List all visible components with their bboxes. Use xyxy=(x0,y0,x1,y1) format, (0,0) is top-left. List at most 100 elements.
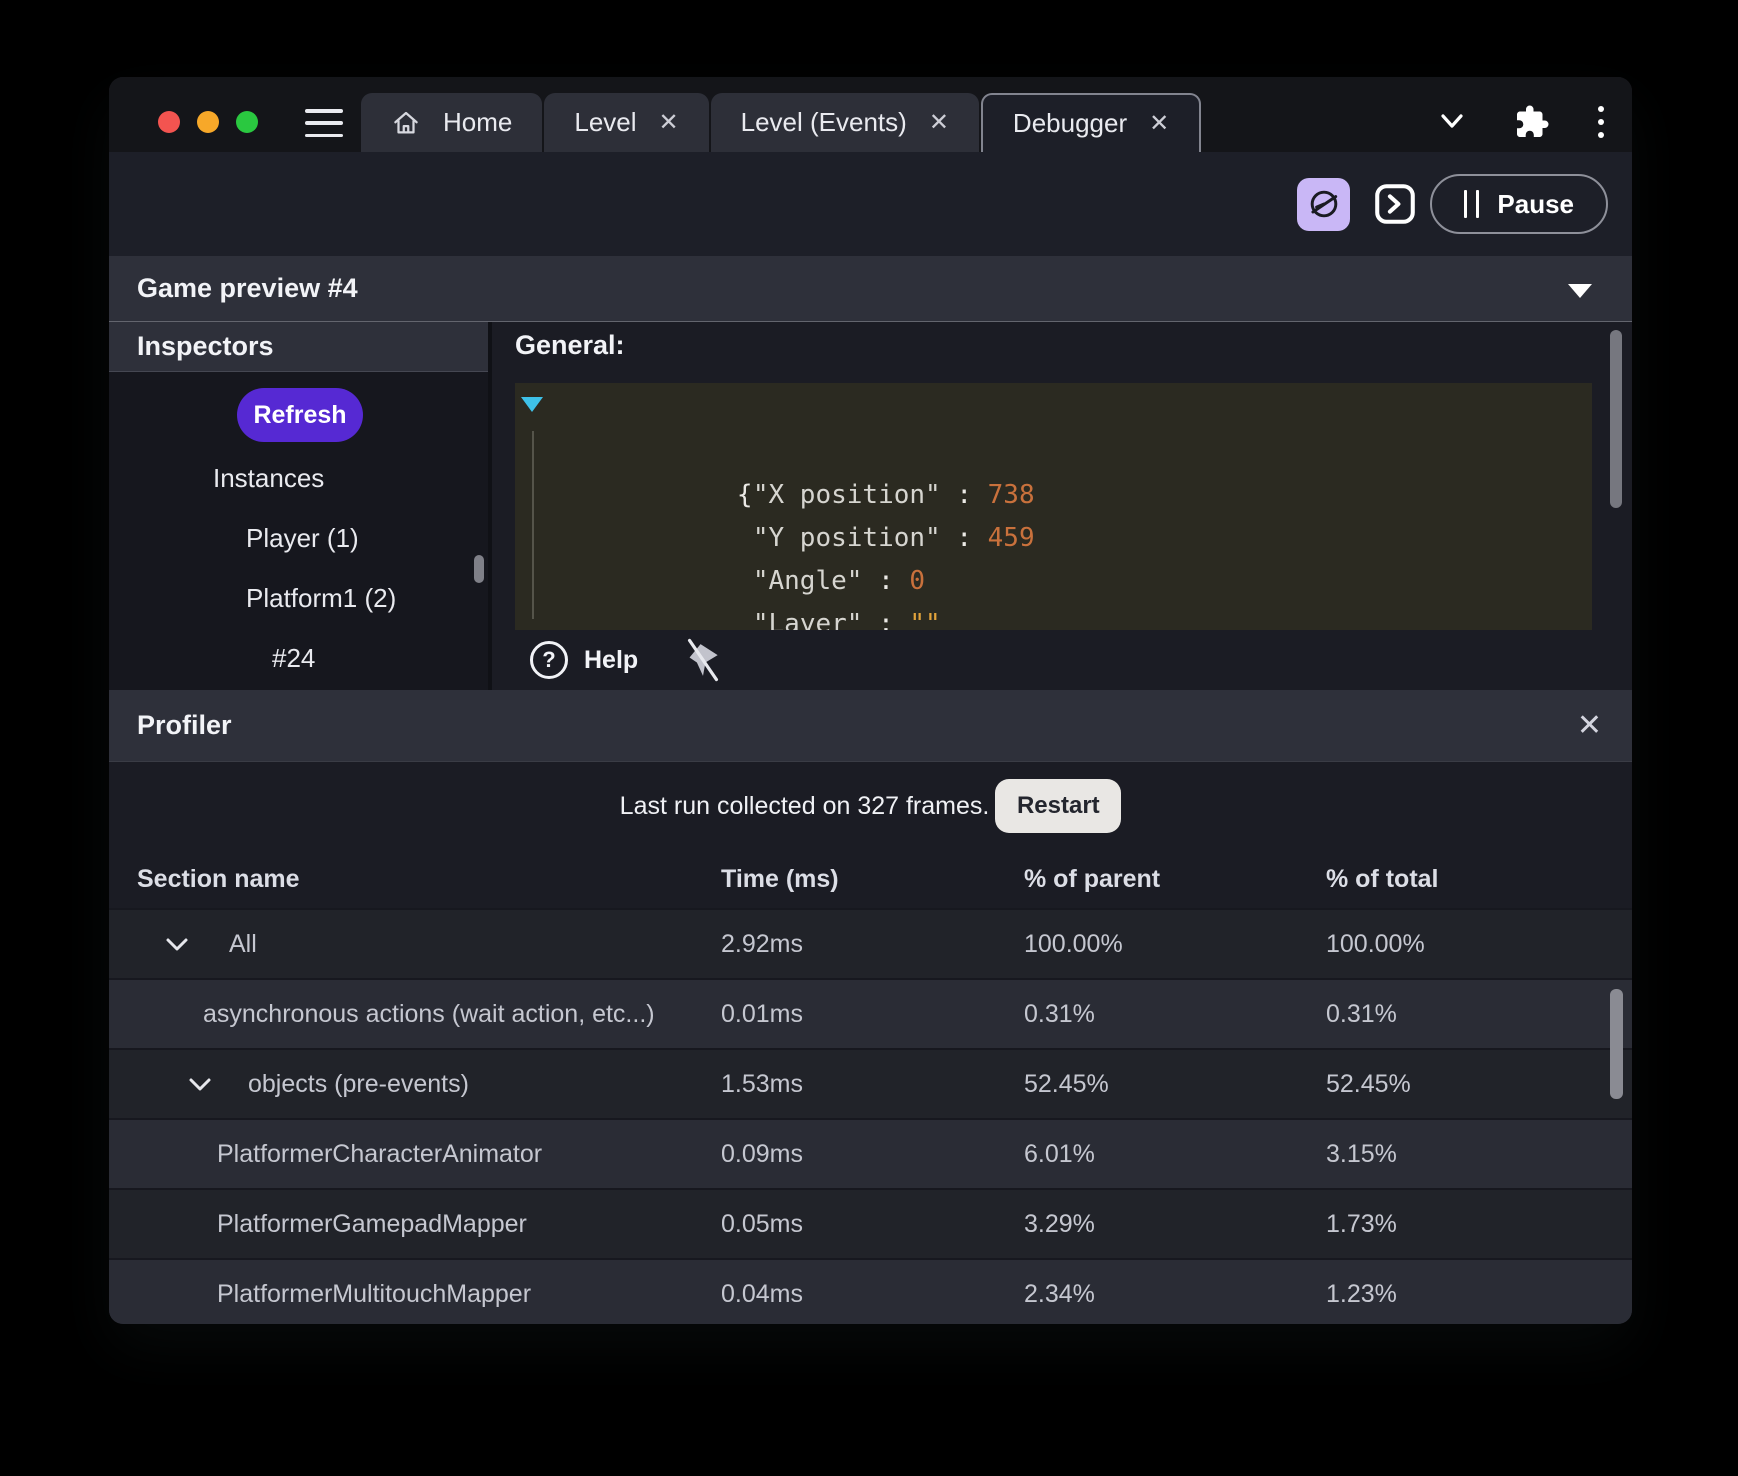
json-value: 459 xyxy=(987,523,1035,553)
tab-bar: Home Level ✕ Level (Events) ✕ Debugger ✕ xyxy=(109,77,1632,152)
debugger-toolbar: Pause xyxy=(109,152,1632,256)
time-value: 1.53ms xyxy=(721,1069,803,1098)
json-separator: : xyxy=(862,609,910,630)
minimize-window-button[interactable] xyxy=(197,111,219,133)
tab-label: Debugger xyxy=(1012,108,1128,138)
main-menu-button[interactable] xyxy=(305,109,343,137)
row-chevron-icon[interactable] xyxy=(188,1077,212,1092)
percent-of-total-value: 0.31% xyxy=(1326,999,1397,1028)
profiler-toggle-button[interactable] xyxy=(1297,177,1351,231)
console-prompt-icon xyxy=(1375,184,1416,224)
unpin-icon[interactable] xyxy=(684,638,722,682)
percent-of-parent-value: 3.29% xyxy=(1024,1209,1095,1238)
section-name: PlatformerCharacterAnimator xyxy=(217,1139,543,1168)
indent-guide xyxy=(532,431,534,619)
pause-label: Pause xyxy=(1497,188,1574,219)
profiler-scrollbar[interactable] xyxy=(1610,989,1623,1099)
inspectors-panel: Inspectors Refresh Instances Player (1) … xyxy=(109,322,488,690)
tab-label: Level xyxy=(574,107,637,137)
json-view: { "X position" : 738 "Y position" : 459 … xyxy=(515,383,1592,630)
traffic-lights xyxy=(158,111,258,133)
profiler-table-header: Section name Time (ms) % of parent % of … xyxy=(109,850,1632,908)
tree-item-player[interactable]: Player (1) xyxy=(109,508,488,568)
json-separator: : xyxy=(862,566,910,596)
percent-of-total-value: 1.23% xyxy=(1326,1279,1397,1308)
desktop-background: Home Level ✕ Level (Events) ✕ Debugger ✕ xyxy=(0,0,1738,1476)
game-preview-header[interactable]: Game preview #4 xyxy=(109,256,1632,322)
tab-label: Level (Events) xyxy=(740,107,907,137)
json-value: 0 xyxy=(909,566,926,596)
tab-strip: Home Level ✕ Level (Events) ✕ Debugger ✕ xyxy=(361,93,1202,152)
profiler-body: Last run collected on 327 frames. Restar… xyxy=(109,762,1632,1324)
inspectors-title: Inspectors xyxy=(137,331,274,361)
tree-item-instance-24[interactable]: #24 xyxy=(109,628,488,688)
tree-item-instances[interactable]: Instances xyxy=(109,448,488,508)
extensions-puzzle-icon[interactable] xyxy=(1514,104,1550,140)
section-name: PlatformerGamepadMapper xyxy=(217,1209,527,1238)
tree-item-platform1[interactable]: Platform1 (2) xyxy=(109,568,488,628)
column-header-time: Time (ms) xyxy=(721,864,839,893)
table-row[interactable]: asynchronous actions (wait action, etc..… xyxy=(109,978,1632,1048)
profiler-title: Profiler xyxy=(137,710,232,740)
zoom-window-button[interactable] xyxy=(236,111,258,133)
restart-button[interactable]: Restart xyxy=(995,779,1122,833)
collapse-caret-icon[interactable] xyxy=(1568,284,1592,298)
close-window-button[interactable] xyxy=(158,111,180,133)
help-icon[interactable]: ? xyxy=(530,641,568,679)
profiler-gauge-icon xyxy=(1310,190,1338,218)
percent-of-total-value: 100.00% xyxy=(1326,929,1425,958)
time-value: 0.09ms xyxy=(721,1139,803,1168)
section-name: asynchronous actions (wait action, etc..… xyxy=(203,999,655,1028)
detail-scrollbar[interactable] xyxy=(1610,330,1622,508)
game-preview-title: Game preview #4 xyxy=(137,273,358,303)
row-chevron-icon[interactable] xyxy=(165,937,189,952)
json-key: "Layer" xyxy=(752,609,863,630)
json-separator: : xyxy=(940,523,988,553)
tab-level-events[interactable]: Level (Events) ✕ xyxy=(710,93,979,152)
section-name: objects (pre-events) xyxy=(248,1069,469,1098)
percent-of-parent-value: 100.00% xyxy=(1024,929,1123,958)
table-row[interactable]: All 2.92ms 100.00% 100.00% xyxy=(109,908,1632,978)
table-row[interactable]: objects (pre-events) 1.53ms 52.45% 52.45… xyxy=(109,1048,1632,1118)
table-row[interactable]: PlatformerMultitouchMapper 0.04ms 2.34% … xyxy=(109,1258,1632,1324)
help-row: ? Help xyxy=(492,630,1632,690)
json-value: 738 xyxy=(987,480,1035,510)
tab-home[interactable]: Home xyxy=(361,93,543,152)
close-tab-icon[interactable]: ✕ xyxy=(929,110,949,135)
percent-of-parent-value: 2.34% xyxy=(1024,1279,1095,1308)
kebab-menu-icon[interactable] xyxy=(1596,103,1606,141)
tab-label: Home xyxy=(443,107,513,137)
column-header-percent-parent: % of parent xyxy=(1024,864,1161,893)
expand-triangle-icon[interactable] xyxy=(521,397,543,412)
section-name: All xyxy=(229,929,257,958)
profiler-status-row: Last run collected on 327 frames. Restar… xyxy=(109,762,1632,850)
close-tab-icon[interactable]: ✕ xyxy=(1149,111,1169,136)
general-section-title: General: xyxy=(515,330,625,360)
column-header-percent-total: % of total xyxy=(1326,864,1439,893)
table-row[interactable]: PlatformerGamepadMapper 0.05ms 3.29% 1.7… xyxy=(109,1188,1632,1258)
tab-level[interactable]: Level ✕ xyxy=(544,93,709,152)
inspectors-tree: Instances Player (1) Platform1 (2) #24 xyxy=(109,448,488,688)
json-value: "" xyxy=(909,609,941,630)
inspector-detail-panel: General: { "X position" : 738 "Y positio… xyxy=(492,322,1632,690)
tab-debugger[interactable]: Debugger ✕ xyxy=(980,93,1202,152)
percent-of-parent-value: 6.01% xyxy=(1024,1139,1095,1168)
console-button[interactable] xyxy=(1373,182,1417,226)
pause-button[interactable]: Pause xyxy=(1430,174,1608,234)
close-tab-icon[interactable]: ✕ xyxy=(659,110,679,135)
chevron-down-icon[interactable] xyxy=(1436,109,1468,135)
close-profiler-icon[interactable]: ✕ xyxy=(1577,710,1602,741)
help-label: Help xyxy=(584,645,639,674)
profiler-status-text: Last run collected on 327 frames. xyxy=(619,791,990,820)
open-brace: { xyxy=(736,480,753,510)
table-row[interactable]: PlatformerCharacterAnimator 0.09ms 6.01%… xyxy=(109,1118,1632,1188)
column-header-section-name: Section name xyxy=(137,864,300,893)
json-separator: : xyxy=(940,480,988,510)
refresh-button[interactable]: Refresh xyxy=(237,388,363,442)
inspectors-header: Inspectors xyxy=(109,322,488,372)
percent-of-parent-value: 52.45% xyxy=(1024,1069,1109,1098)
json-root-line: { xyxy=(515,388,1592,510)
inspectors-scrollbar[interactable] xyxy=(474,555,484,583)
debugger-main: Inspectors Refresh Instances Player (1) … xyxy=(109,322,1632,690)
percent-of-total-value: 52.45% xyxy=(1326,1069,1411,1098)
